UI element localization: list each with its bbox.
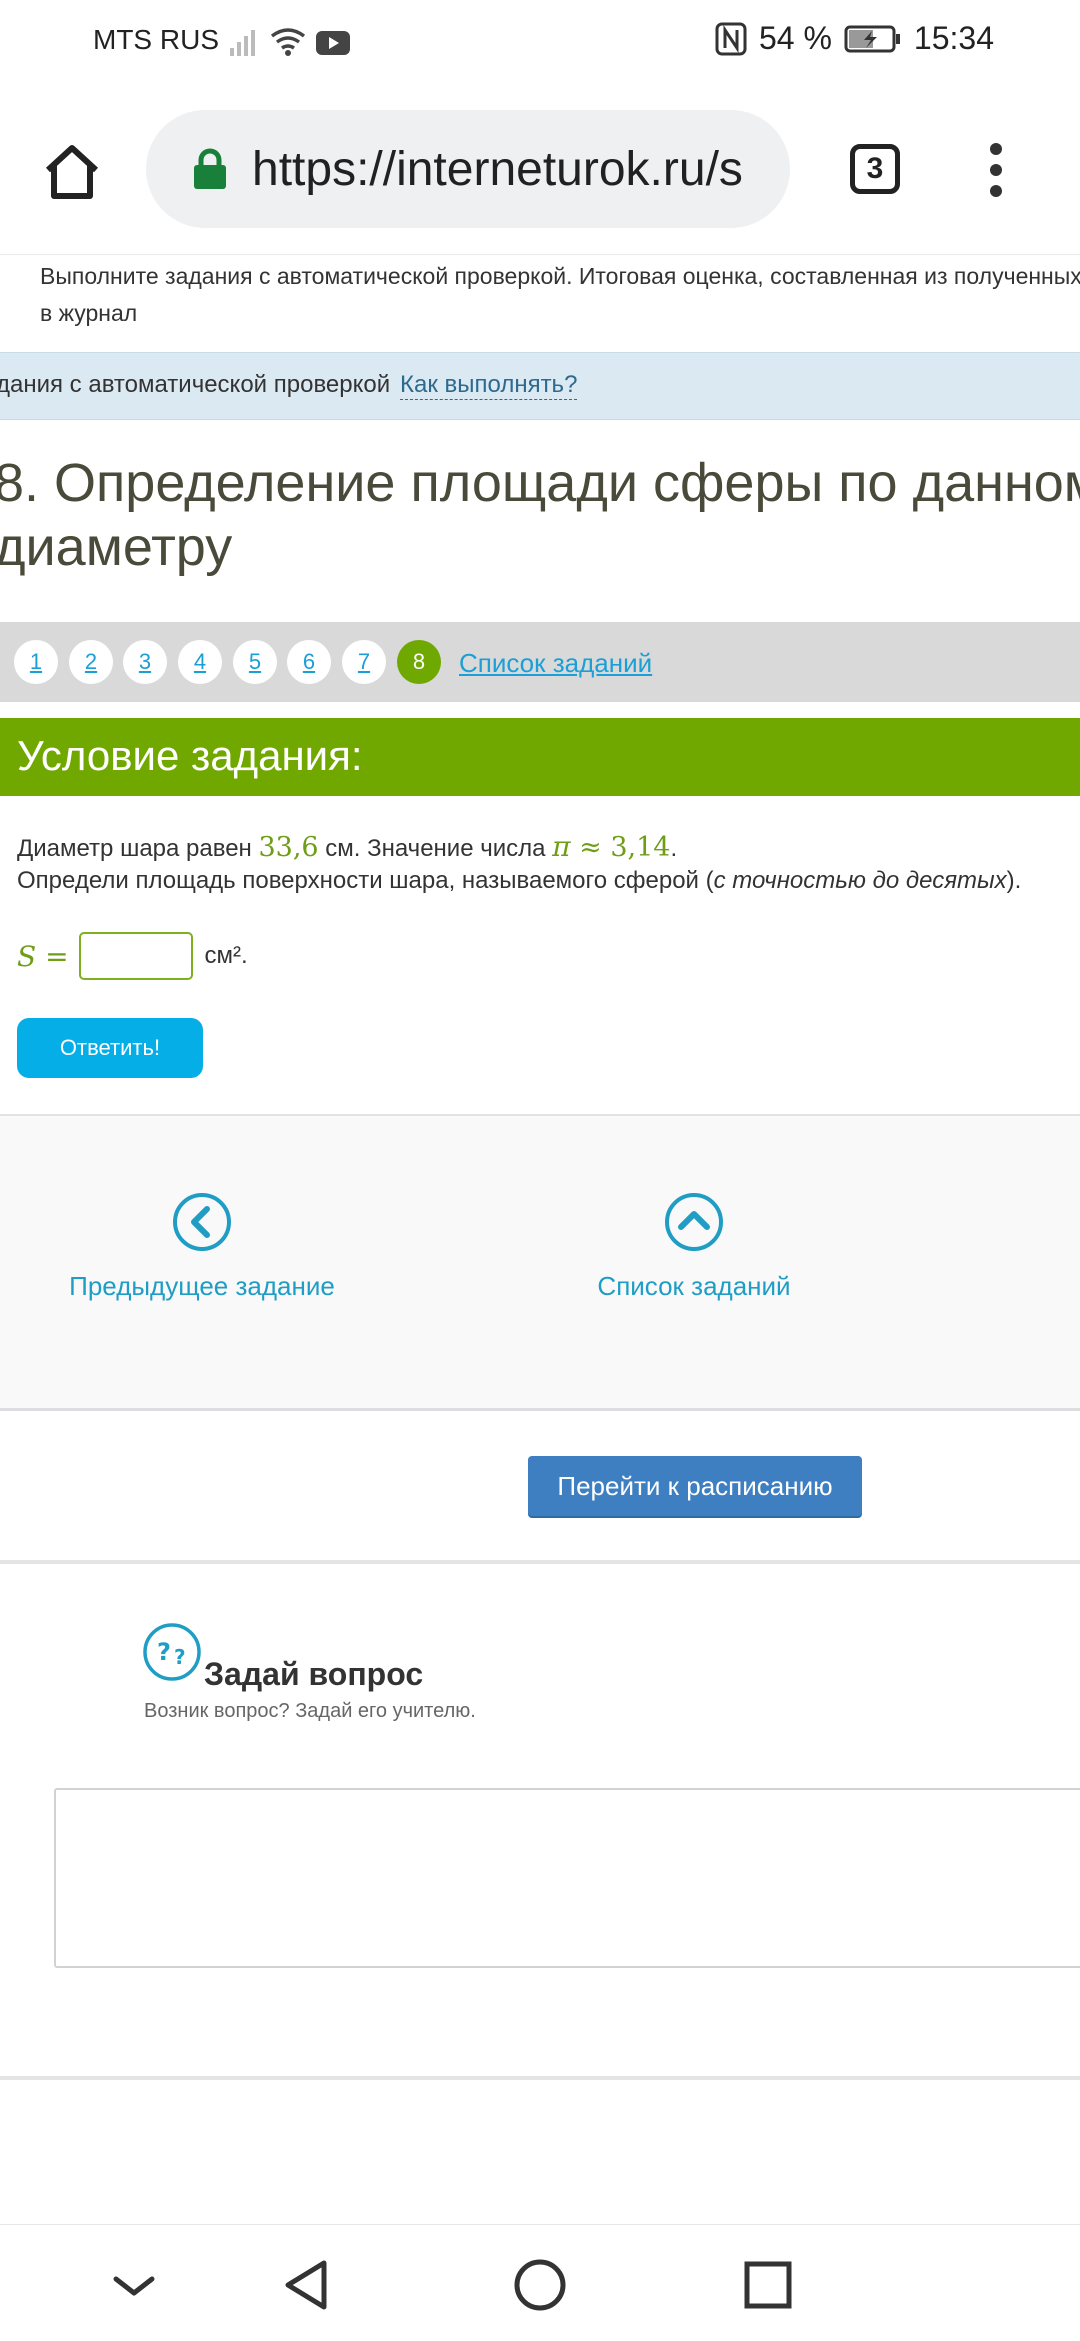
answer-input[interactable] [78,932,193,980]
intro-text-line1: Выполните задания с автоматической прове… [40,263,1080,289]
recents-square-icon[interactable] [738,2255,798,2315]
chevron-left-icon [173,1193,231,1251]
chevron-up-icon [665,1193,723,1251]
pager-item-2[interactable]: 2 [69,640,113,684]
battery-percent: 54 % [758,20,832,56]
svg-text:?: ? [157,1638,171,1666]
info-bar: дания с автоматической проверкой Как вып… [0,352,1080,420]
task-title-line1: 8. Определение площади сферы по данному [0,453,1080,513]
task-list-nav-link[interactable]: Список заданий [544,1192,844,1302]
problem-text: Диаметр шара равен [17,835,259,862]
task-pager: 1 2 3 4 5 6 7 8 Список заданий [0,622,1080,702]
home-button[interactable] [40,140,104,204]
pager-item-5[interactable]: 5 [233,640,277,684]
home-circle-icon[interactable] [510,2255,570,2315]
pi-symbol: π [552,830,571,863]
lock-icon [194,148,226,189]
url-text: https://interneturok.ru/s [252,142,743,196]
answer-label: S = [17,939,69,973]
condition-title: Условие задания: [17,732,363,779]
answer-unit: см². [204,942,248,969]
condition-header: Условие задания: [0,718,1080,796]
browser-menu-button[interactable] [988,142,1004,198]
task-list-nav-label: Список заданий [597,1271,791,1301]
pager-item-3[interactable]: 3 [123,640,167,684]
carrier-name: MTS RUS [93,24,219,55]
address-bar[interactable]: https://interneturok.ru/s [146,110,790,228]
status-bar: MTS RUS 54 % 15:34 [0,0,1080,86]
question-bubble-icon: ? ? [143,1623,201,1681]
nfc-icon [715,22,747,55]
previous-task-label: Предыдущее задание [69,1271,335,1301]
pager-item-7[interactable]: 7 [342,640,386,684]
go-to-schedule-button[interactable]: Перейти к расписанию [528,1456,862,1516]
chevron-down-icon[interactable] [104,2255,164,2315]
browser-toolbar: https://interneturok.ru/s 3 [0,86,1080,255]
more-vert-icon [990,143,1002,197]
wifi-icon [270,28,306,50]
problem-line1: Диаметр шара равен 33,6 см. Значение чис… [17,830,677,866]
how-to-link[interactable]: Как выполнять? [400,371,578,400]
home-icon [45,145,99,199]
answer-row: S = см². [17,930,248,982]
tab-switcher-button[interactable]: 3 [850,144,900,194]
diameter-value: 33,6 [258,832,319,863]
signal-wifi-youtube-icons [230,28,350,56]
task-title-line2: диаметру [0,517,233,577]
signal-icon [230,30,255,56]
status-icons [228,24,358,65]
task-navigation-panel: Предыдущее задание Список заданий [0,1114,1080,1411]
pi-value: 3,14 [610,832,671,863]
pager-item-8-active[interactable]: 8 [397,640,441,684]
ask-question-title: Задай вопрос [204,1656,424,1692]
question-textarea[interactable] [54,1788,1080,1968]
problem-text: . [670,835,678,862]
svg-text:?: ? [174,1645,186,1669]
clock: 15:34 [913,20,994,56]
approx-symbol: ≈ [570,832,611,863]
ask-question-subtitle: Возник вопрос? Задай его учителю. [144,1700,476,1722]
submit-answer-button[interactable]: Ответить! [17,1018,203,1078]
problem-text: ). [1006,867,1022,894]
divider [0,1560,1080,1564]
divider [0,2076,1080,2080]
pager-item-1[interactable]: 1 [14,640,58,684]
problem-line2: Определи площадь поверхности шара, назыв… [17,864,1021,898]
pager-item-4[interactable]: 4 [178,640,222,684]
pager-item-6[interactable]: 6 [287,640,331,684]
problem-text: Определи площадь поверхности шара, назыв… [17,867,714,894]
precision-note: с точностью до десятых [713,867,1007,894]
problem-text: см. Значение числа [318,835,553,862]
system-navigation-bar [0,2224,1080,2341]
intro-text-line2: в журнал [40,300,138,326]
previous-task-link[interactable]: Предыдущее задание [52,1192,352,1302]
battery-charging-icon [844,25,900,52]
task-list-link[interactable]: Список заданий [459,648,652,679]
status-right: 54 % 15:34 [715,20,994,57]
info-bar-text: дания с автоматической проверкой [0,371,391,398]
back-triangle-icon[interactable] [278,2255,338,2315]
